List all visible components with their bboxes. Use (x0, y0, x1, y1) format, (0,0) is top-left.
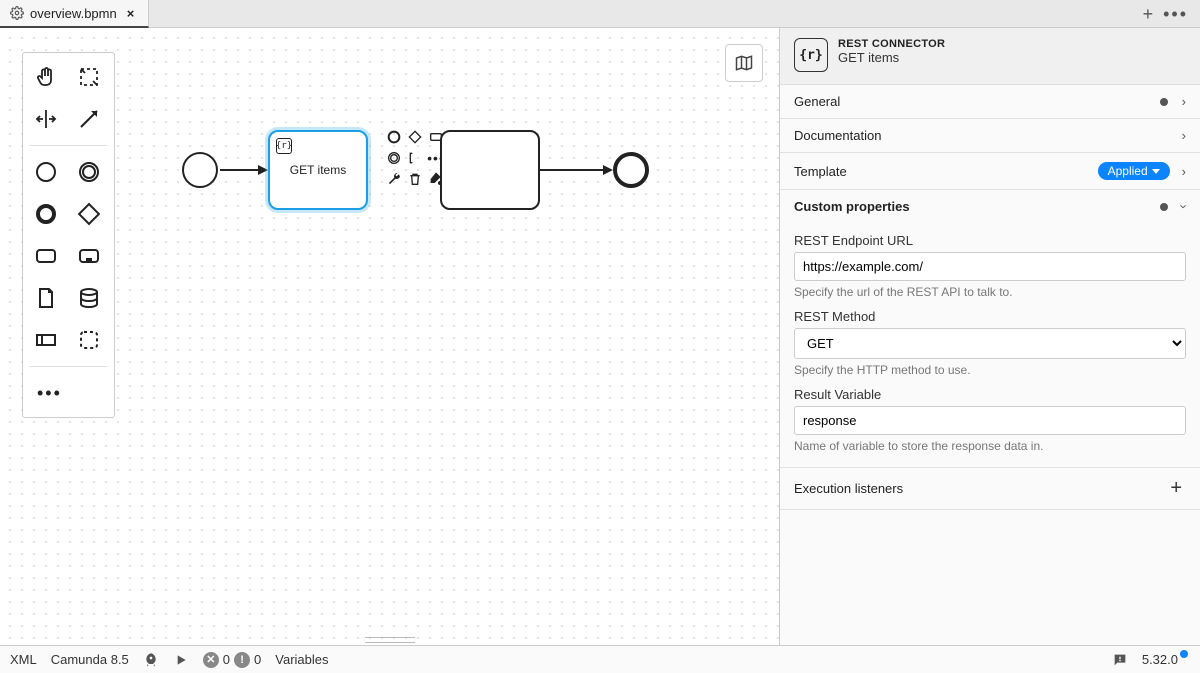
template-applied-badge[interactable]: Applied (1098, 162, 1170, 180)
variables-button[interactable]: Variables (275, 652, 328, 667)
pad-annotation[interactable] (406, 149, 424, 167)
problems-button[interactable]: ✕0 !0 (203, 652, 261, 668)
properties-header: {r} REST CONNECTOR GET items (780, 28, 1200, 85)
tab-title: overview.bpmn (30, 6, 117, 21)
lasso-tool[interactable] (70, 59, 108, 95)
global-connect-tool[interactable] (70, 101, 108, 137)
create-task[interactable] (27, 238, 65, 274)
gear-icon (10, 6, 24, 20)
platform-selector[interactable]: Camunda 8.5 (51, 652, 129, 667)
section-custom-properties-title: Custom properties (794, 199, 1160, 214)
chevron-right-icon: › (1182, 94, 1186, 109)
connector-icon: {r} (794, 38, 828, 72)
section-documentation[interactable]: Documentation › (780, 119, 1200, 152)
tool-palette: ••• (22, 52, 115, 418)
bpmn-start-event[interactable] (182, 152, 218, 188)
url-hint: Specify the url of the REST API to talk … (794, 285, 1186, 299)
has-entries-dot (1160, 203, 1168, 211)
bpmn-end-event[interactable] (613, 152, 649, 188)
tab-bar: overview.bpmn × + ••• (0, 0, 1200, 28)
pad-append-end-event[interactable] (385, 128, 403, 146)
create-gateway[interactable] (70, 196, 108, 232)
section-execution-listeners-title: Execution listeners (794, 481, 1170, 496)
chevron-down-icon: › (1176, 204, 1191, 208)
custom-properties-body: REST Endpoint URL Specify the url of the… (780, 223, 1200, 467)
has-entries-dot (1160, 98, 1168, 106)
status-bar: XML Camunda 8.5 ✕0 !0 Variables 5.32.0 (0, 645, 1200, 673)
tab-menu-button[interactable]: ••• (1163, 5, 1188, 23)
url-input[interactable] (794, 252, 1186, 281)
result-input[interactable] (794, 406, 1186, 435)
play-icon (173, 652, 189, 668)
bpmn-task-placeholder[interactable] (440, 130, 540, 210)
canvas-resize-handle[interactable] (360, 635, 420, 645)
result-hint: Name of variable to store the response d… (794, 439, 1186, 453)
create-group[interactable] (70, 322, 108, 358)
chevron-right-icon: › (1182, 164, 1186, 179)
create-subprocess[interactable] (70, 238, 108, 274)
space-tool[interactable] (27, 101, 65, 137)
diagram-canvas[interactable]: ••• {r} GET items (0, 28, 780, 645)
section-execution-listeners[interactable]: Execution listeners + (780, 468, 1200, 509)
run-button[interactable] (173, 652, 189, 668)
error-icon: ✕ (203, 652, 219, 668)
feedback-button[interactable] (1112, 652, 1128, 668)
create-pool[interactable] (27, 322, 65, 358)
pad-wrench[interactable] (385, 170, 403, 188)
pad-append-gateway[interactable] (406, 128, 424, 146)
file-tab[interactable]: overview.bpmn × (0, 0, 149, 28)
xml-toggle[interactable]: XML (10, 652, 37, 667)
task-label: GET items (290, 163, 346, 177)
new-tab-button[interactable]: + (1143, 5, 1154, 23)
map-icon (734, 53, 754, 73)
create-start-event[interactable] (27, 154, 65, 190)
properties-header-super: REST CONNECTOR (838, 38, 945, 50)
properties-panel: {r} REST CONNECTOR GET items General › D… (780, 28, 1200, 645)
url-label: REST Endpoint URL (794, 233, 1186, 248)
update-available-dot (1180, 650, 1188, 658)
rocket-icon (143, 652, 159, 668)
properties-header-sub: GET items (838, 50, 945, 65)
chevron-right-icon: › (1182, 128, 1186, 143)
section-documentation-title: Documentation (794, 128, 1182, 143)
pad-delete[interactable] (406, 170, 424, 188)
palette-more[interactable]: ••• (27, 375, 110, 411)
close-tab-icon[interactable]: × (123, 6, 139, 21)
method-select[interactable]: GET (794, 328, 1186, 359)
section-general[interactable]: General › (780, 85, 1200, 118)
create-data-object[interactable] (27, 280, 65, 316)
create-intermediate-event[interactable] (70, 154, 108, 190)
method-hint: Specify the HTTP method to use. (794, 363, 1186, 377)
bpmn-task-get-items[interactable]: {r} GET items (268, 130, 368, 210)
hand-tool[interactable] (27, 59, 65, 95)
section-template[interactable]: Template Applied › (780, 153, 1200, 189)
section-template-title: Template (794, 164, 1098, 179)
method-label: REST Method (794, 309, 1186, 324)
add-listener-button[interactable]: + (1170, 477, 1186, 500)
minimap-toggle[interactable] (725, 44, 763, 82)
version-label[interactable]: 5.32.0 (1142, 652, 1190, 667)
section-general-title: General (794, 94, 1160, 109)
deploy-button[interactable] (143, 652, 159, 668)
pad-append-intermediate[interactable] (385, 149, 403, 167)
result-label: Result Variable (794, 387, 1186, 402)
section-custom-properties[interactable]: Custom properties › (780, 190, 1200, 223)
create-end-event[interactable] (27, 196, 65, 232)
feedback-icon (1112, 652, 1128, 668)
connector-marker-icon: {r} (276, 138, 292, 154)
warning-icon: ! (234, 652, 250, 668)
create-data-store[interactable] (70, 280, 108, 316)
